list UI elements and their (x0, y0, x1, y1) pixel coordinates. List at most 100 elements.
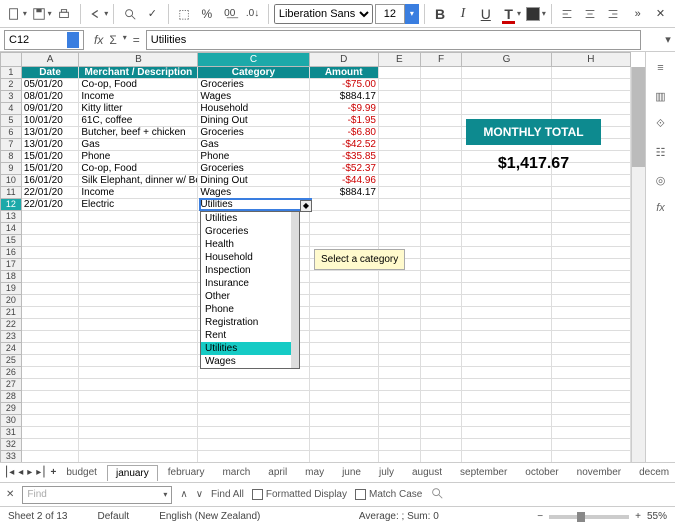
formatted-checkbox[interactable] (252, 489, 263, 500)
vertical-scrollbar[interactable] (631, 67, 645, 462)
cell[interactable] (310, 307, 379, 319)
cell[interactable]: 16/01/20 (22, 175, 80, 187)
cell[interactable]: 22/01/20 (22, 199, 80, 211)
cell[interactable] (198, 379, 309, 391)
cell[interactable] (379, 307, 421, 319)
dropdown-item[interactable]: Utilities (201, 212, 299, 225)
row-header[interactable]: 18 (0, 271, 22, 283)
cell[interactable]: Utilities (198, 199, 309, 211)
tab-next-icon[interactable]: ▸ (27, 467, 32, 478)
col-header-G[interactable]: G (462, 52, 551, 67)
cell[interactable] (462, 331, 551, 343)
cell[interactable] (462, 367, 551, 379)
cell[interactable] (22, 259, 80, 271)
row-header[interactable]: 21 (0, 307, 22, 319)
find-all-button[interactable]: Find All (211, 489, 244, 500)
cell[interactable] (79, 379, 198, 391)
cell[interactable] (379, 163, 421, 175)
cell[interactable] (22, 451, 80, 462)
cell[interactable] (379, 151, 421, 163)
cell[interactable] (198, 451, 309, 462)
toolbar-overflow[interactable]: » (627, 2, 648, 26)
row-header[interactable]: 31 (0, 427, 22, 439)
row-header[interactable]: 12 (0, 199, 22, 211)
cell[interactable] (22, 295, 80, 307)
cell[interactable] (462, 391, 551, 403)
cell[interactable] (379, 199, 421, 211)
cell[interactable] (198, 403, 309, 415)
dropdown-item[interactable]: Groceries (201, 225, 299, 238)
cell[interactable]: -$42.52 (310, 139, 379, 151)
cell[interactable]: 09/01/20 (22, 103, 80, 115)
col-header-B[interactable]: B (79, 52, 198, 67)
dropdown-item[interactable]: Health (201, 238, 299, 251)
cell[interactable] (462, 355, 551, 367)
cell[interactable] (421, 211, 463, 223)
dropdown-item[interactable]: Insurance (201, 277, 299, 290)
cell[interactable] (421, 415, 463, 427)
sheet-tab[interactable]: september (452, 465, 515, 481)
percent-icon[interactable]: % (196, 2, 217, 26)
row-header[interactable]: 26 (0, 367, 22, 379)
cell[interactable] (462, 343, 551, 355)
cell[interactable] (22, 235, 80, 247)
cell[interactable] (552, 307, 631, 319)
cell[interactable]: Silk Elephant, dinner w/ Bob (79, 175, 198, 187)
sheet-tab[interactable]: august (404, 465, 450, 481)
sheet-tab[interactable]: april (260, 465, 295, 481)
cell[interactable] (198, 415, 309, 427)
undo-icon[interactable] (85, 2, 106, 26)
cell[interactable]: 08/01/20 (22, 91, 80, 103)
cell[interactable] (421, 451, 463, 462)
cell[interactable]: -$35.85 (310, 151, 379, 163)
sum-button[interactable]: Σ (109, 33, 116, 47)
cell[interactable] (198, 391, 309, 403)
cell[interactable] (462, 211, 551, 223)
cell[interactable] (462, 187, 551, 199)
cell[interactable] (79, 247, 198, 259)
cell[interactable] (379, 391, 421, 403)
cell[interactable] (462, 307, 551, 319)
tab-first-icon[interactable]: ⎮◂ (4, 467, 14, 478)
cell[interactable] (379, 235, 421, 247)
sheet-tab[interactable]: decem (631, 465, 675, 481)
cell[interactable] (379, 175, 421, 187)
sidebar-styles-icon[interactable]: ⟐ (651, 114, 671, 134)
cell[interactable] (462, 259, 551, 271)
cell[interactable] (421, 343, 463, 355)
cell[interactable]: Amount (310, 67, 379, 79)
cell[interactable] (379, 331, 421, 343)
cell[interactable] (379, 319, 421, 331)
cell[interactable] (552, 79, 631, 91)
cell[interactable] (552, 367, 631, 379)
row-header[interactable]: 10 (0, 175, 22, 187)
dropdown-item[interactable]: Registration (201, 316, 299, 329)
cell[interactable]: Kitty litter (79, 103, 198, 115)
sidebar-gallery-icon[interactable]: ☷ (651, 142, 671, 162)
cell[interactable] (79, 223, 198, 235)
cell[interactable] (379, 343, 421, 355)
cell[interactable] (22, 403, 80, 415)
cell[interactable] (421, 199, 463, 211)
cell[interactable] (421, 103, 463, 115)
cell[interactable]: 13/01/20 (22, 139, 80, 151)
cell[interactable] (462, 379, 551, 391)
cell[interactable] (552, 187, 631, 199)
cell[interactable] (310, 367, 379, 379)
cell[interactable] (462, 79, 551, 91)
save-icon[interactable] (29, 2, 50, 26)
cell[interactable] (310, 343, 379, 355)
cell[interactable]: -$44.96 (310, 175, 379, 187)
cell[interactable] (421, 391, 463, 403)
col-header-D[interactable]: D (310, 52, 379, 67)
row-header[interactable]: 19 (0, 283, 22, 295)
cell[interactable] (421, 67, 463, 79)
cell[interactable] (79, 283, 198, 295)
row-header[interactable]: 15 (0, 235, 22, 247)
row-header[interactable]: 14 (0, 223, 22, 235)
cell[interactable] (552, 331, 631, 343)
cell[interactable] (310, 295, 379, 307)
cell[interactable] (379, 355, 421, 367)
font-color-button[interactable]: T (498, 2, 519, 26)
cell[interactable]: Co-op, Food (79, 79, 198, 91)
